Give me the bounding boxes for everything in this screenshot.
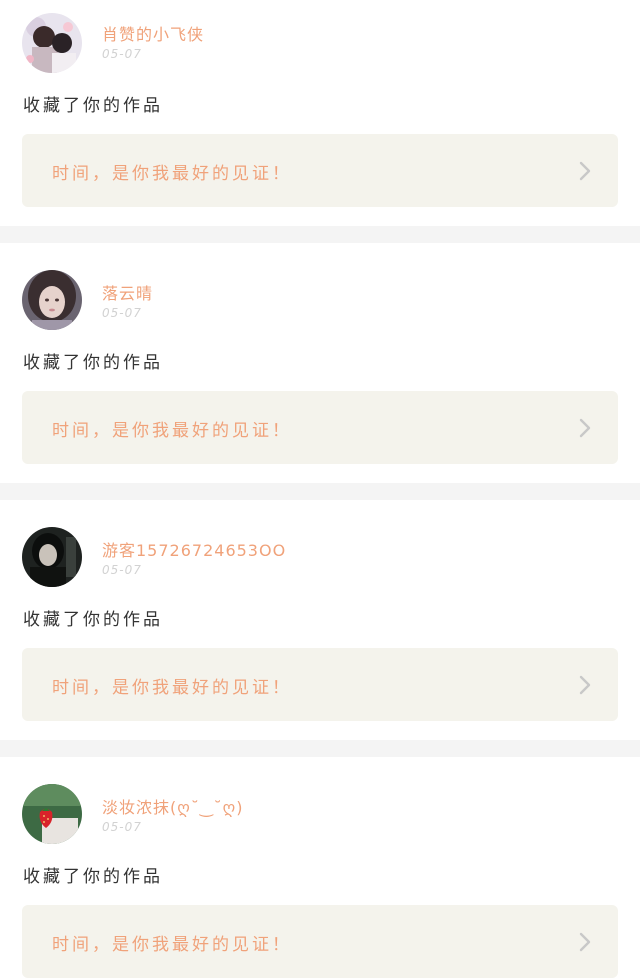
work-title: 时间，是你我最好的见证！ <box>52 164 292 184</box>
action-text: 收藏了你的作品 <box>23 96 163 116</box>
timestamp: 05-07 <box>102 306 142 320</box>
notification-card: 落云晴 05-07 收藏了你的作品 时间，是你我最好的见证！ <box>0 243 640 483</box>
timestamp: 05-07 <box>102 820 142 834</box>
work-link-card[interactable]: 时间，是你我最好的见证！ <box>22 648 618 721</box>
user-avatar[interactable] <box>22 270 82 330</box>
chevron-right-icon <box>579 675 591 695</box>
user-avatar[interactable] <box>22 527 82 587</box>
work-title: 时间，是你我最好的见证！ <box>52 935 292 955</box>
chevron-right-icon <box>579 932 591 952</box>
action-text: 收藏了你的作品 <box>23 610 163 630</box>
avatar-photo-icon <box>22 270 82 330</box>
action-text: 收藏了你的作品 <box>23 867 163 887</box>
chevron-right-icon <box>579 418 591 438</box>
action-text: 收藏了你的作品 <box>23 353 163 373</box>
user-avatar[interactable] <box>22 784 82 844</box>
username[interactable]: 肖赞的小飞侠 <box>102 21 204 45</box>
avatar-photo-icon <box>22 784 82 844</box>
notification-card: 淡妆浓抹(ღ˘‿˘ღ) 05-07 收藏了你的作品 时间，是你我最好的见证！ <box>0 757 640 979</box>
username[interactable]: 淡妆浓抹(ღ˘‿˘ღ) <box>102 794 244 818</box>
work-title: 时间，是你我最好的见证！ <box>52 421 292 441</box>
work-link-card[interactable]: 时间，是你我最好的见证！ <box>22 905 618 978</box>
notification-card: 游客15726724653OO 05-07 收藏了你的作品 时间，是你我最好的见… <box>0 500 640 740</box>
user-avatar[interactable] <box>22 13 82 73</box>
chevron-right-icon <box>579 161 591 181</box>
timestamp: 05-07 <box>102 47 142 61</box>
notification-card: 肖赞的小飞侠 05-07 收藏了你的作品 时间，是你我最好的见证！ <box>0 0 640 226</box>
username[interactable]: 落云晴 <box>102 280 153 304</box>
timestamp: 05-07 <box>102 563 142 577</box>
username[interactable]: 游客15726724653OO <box>102 537 286 561</box>
avatar-photo-icon <box>22 13 82 73</box>
work-link-card[interactable]: 时间，是你我最好的见证！ <box>22 134 618 207</box>
work-link-card[interactable]: 时间，是你我最好的见证！ <box>22 391 618 464</box>
avatar-photo-icon <box>22 527 82 587</box>
work-title: 时间，是你我最好的见证！ <box>52 678 292 698</box>
